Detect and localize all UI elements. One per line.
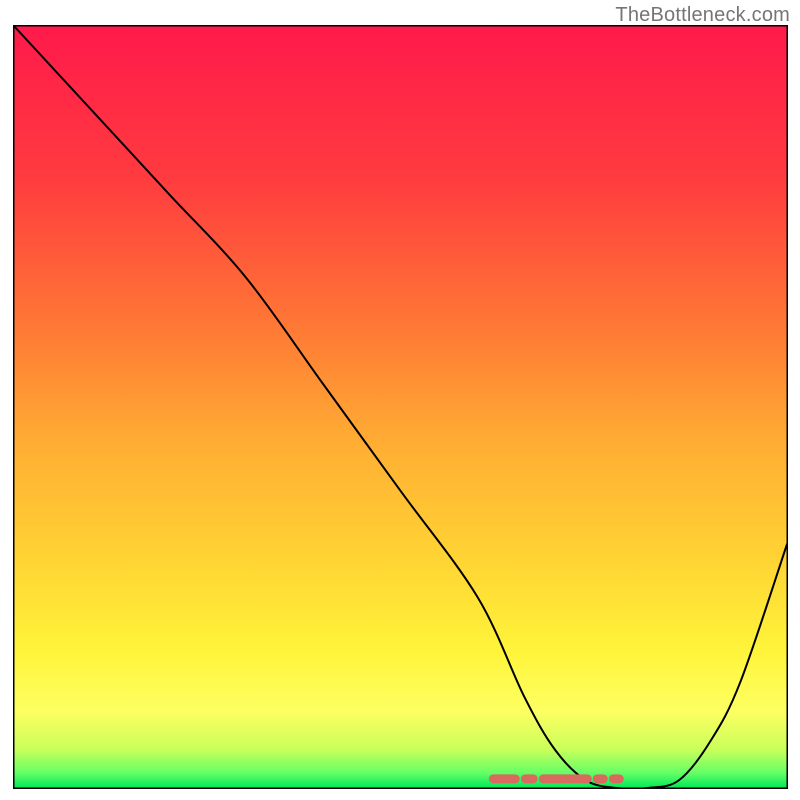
watermark-text: TheBottleneck.com: [615, 4, 790, 27]
chart-svg: [13, 25, 788, 789]
chart-plot-area: [13, 25, 788, 789]
gradient-background: [14, 26, 787, 788]
chart-container: TheBottleneck.com: [0, 0, 800, 800]
